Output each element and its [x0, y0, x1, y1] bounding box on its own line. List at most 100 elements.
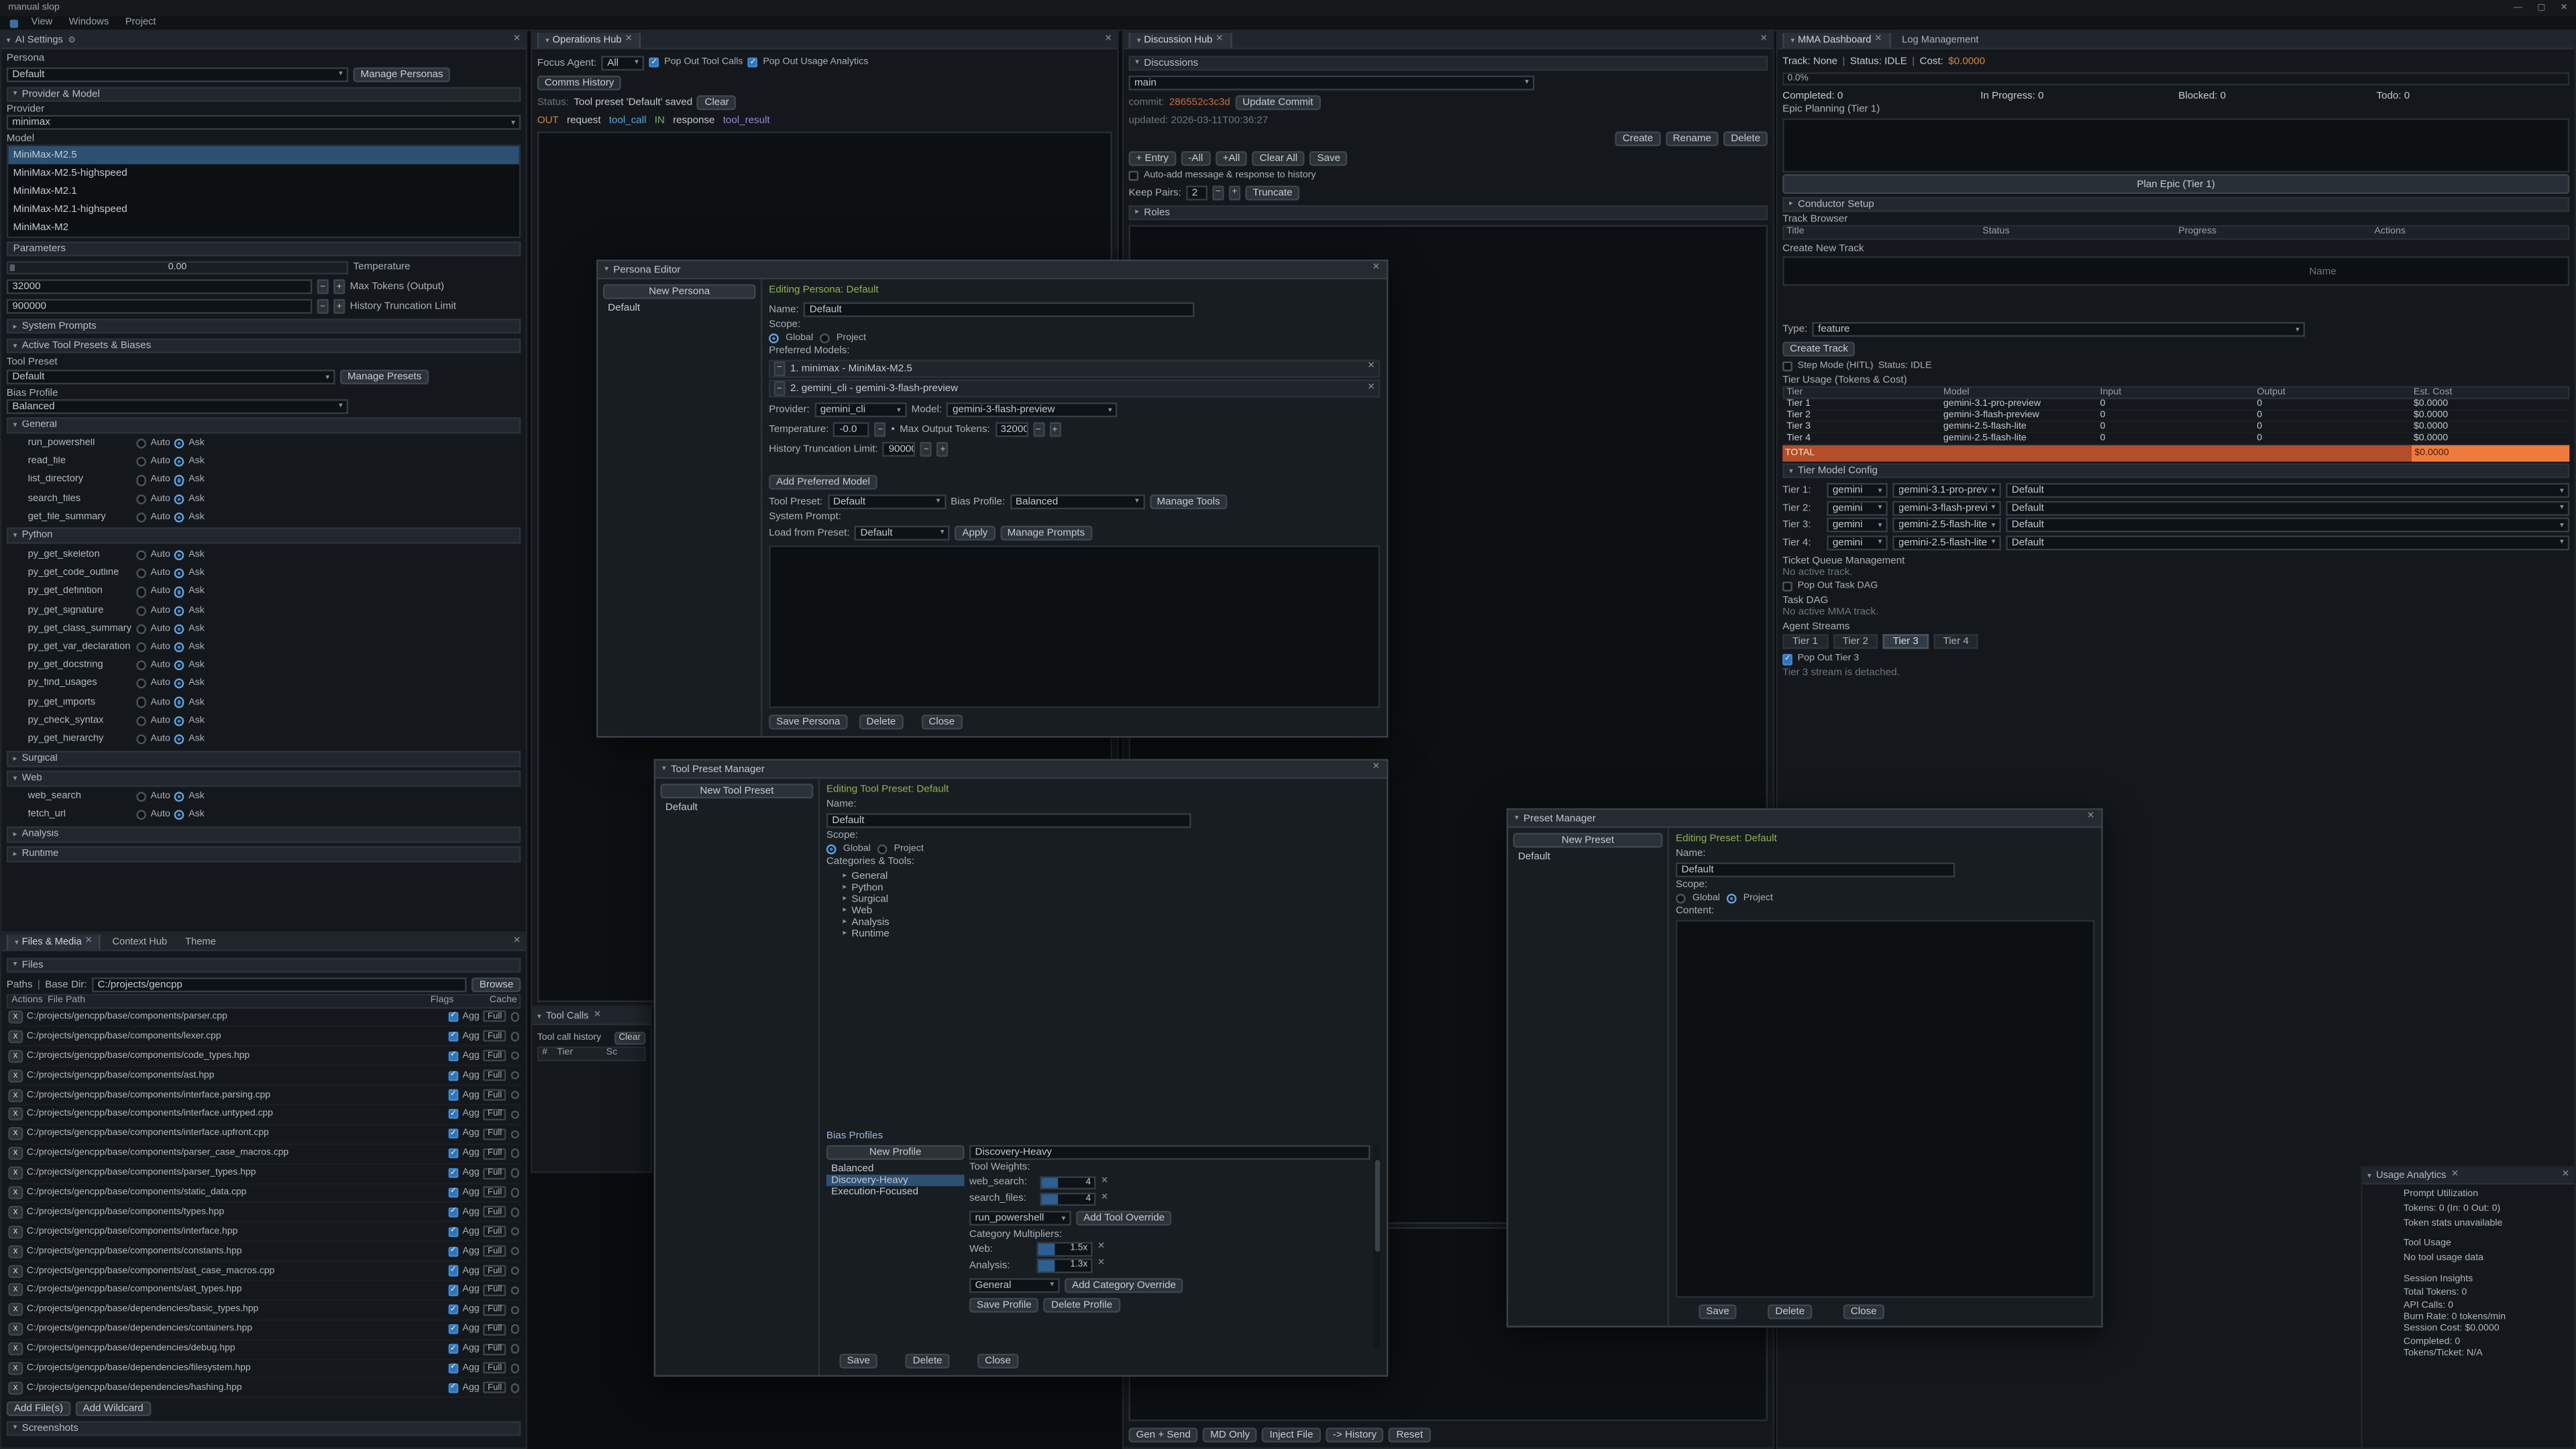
group-caret-icon[interactable]: ▸: [13, 753, 17, 763]
ask-radio[interactable]: [174, 697, 184, 707]
agg-checkbox[interactable]: [448, 1168, 458, 1178]
full-flag-button[interactable]: Full: [484, 1109, 506, 1120]
focus-agent-select[interactable]: All ▾: [602, 55, 645, 70]
tier-provider-select[interactable]: gemini ▾: [1827, 500, 1888, 515]
manage-prompts-button[interactable]: Manage Prompts: [1000, 525, 1092, 540]
remove-file-button[interactable]: x: [8, 1186, 23, 1199]
gear-icon[interactable]: ⚙: [68, 36, 76, 46]
increment-button[interactable]: +: [333, 299, 345, 314]
tab-close-icon[interactable]: ✕: [85, 938, 93, 947]
global-radio[interactable]: [826, 844, 837, 854]
remove-file-button[interactable]: x: [8, 1284, 23, 1297]
keep-pairs-input[interactable]: 2: [1186, 185, 1208, 200]
agg-checkbox[interactable]: [448, 1129, 458, 1139]
discussion-action-button[interactable]: Gen + Send: [1128, 1427, 1197, 1442]
update-commit-button[interactable]: Update Commit: [1235, 95, 1320, 109]
cache-indicator[interactable]: [510, 1267, 519, 1275]
tool-row[interactable]: py_get_imports Auto Ask: [7, 693, 521, 711]
tool-row[interactable]: py_get_hierarchy Auto Ask: [7, 730, 521, 748]
ask-radio[interactable]: [174, 512, 184, 522]
stream-tab[interactable]: Tier 2: [1833, 635, 1878, 649]
cache-indicator[interactable]: [510, 1071, 519, 1079]
auto-radio[interactable]: [136, 587, 146, 597]
decrement-button[interactable]: −: [317, 299, 329, 314]
close-dialog-button[interactable]: Close: [977, 1353, 1018, 1368]
auto-radio[interactable]: [136, 697, 146, 707]
cache-indicator[interactable]: [510, 1208, 519, 1216]
full-flag-button[interactable]: Full: [484, 1050, 506, 1061]
persona-list-item[interactable]: Default: [603, 303, 756, 314]
ask-radio[interactable]: [174, 734, 184, 744]
increment-button[interactable]: +: [937, 442, 949, 457]
agg-checkbox[interactable]: [448, 1344, 458, 1354]
ask-radio[interactable]: [174, 550, 184, 560]
cache-indicator[interactable]: [510, 1012, 519, 1021]
close-icon[interactable]: ✕: [2087, 814, 2094, 823]
full-flag-button[interactable]: Full: [484, 1265, 506, 1277]
cache-indicator[interactable]: [510, 1051, 519, 1060]
auto-radio[interactable]: [136, 512, 146, 522]
auto-add-checkbox[interactable]: [1128, 170, 1138, 180]
add-preferred-model-button[interactable]: Add Preferred Model: [769, 474, 877, 489]
new-preset-button[interactable]: New Preset: [1513, 833, 1663, 848]
window-close-icon[interactable]: ✕: [2561, 3, 2568, 13]
auto-radio[interactable]: [136, 661, 146, 671]
plan-epic-button[interactable]: Plan Epic (Tier 1): [1782, 174, 2569, 194]
remove-model-icon[interactable]: ✕: [1367, 364, 1375, 373]
discussion-action-button[interactable]: MD Only: [1203, 1427, 1257, 1442]
tool-row[interactable]: py_get_definition Auto Ask: [7, 583, 521, 601]
ask-radio[interactable]: [174, 679, 184, 689]
tool-row[interactable]: ▸ Runtime Auto Ask: [7, 846, 521, 862]
category-row[interactable]: ▸ Runtime: [826, 928, 1380, 939]
full-flag-button[interactable]: Full: [484, 1011, 506, 1022]
ask-radio[interactable]: [174, 439, 184, 449]
remove-file-button[interactable]: x: [8, 1049, 23, 1063]
remove-file-button[interactable]: x: [8, 1342, 23, 1356]
caret-icon[interactable]: ▾: [537, 1011, 541, 1021]
decrement-button[interactable]: −: [920, 442, 932, 457]
full-flag-button[interactable]: Full: [484, 1226, 506, 1238]
collapse-caret-icon[interactable]: ▾: [7, 36, 11, 46]
increment-button[interactable]: +: [1229, 185, 1240, 200]
temperature-input[interactable]: -0.0: [834, 423, 870, 437]
tier-preset-select[interactable]: Default ▾: [2006, 518, 2569, 533]
cache-indicator[interactable]: [510, 1169, 519, 1177]
full-flag-button[interactable]: Full: [484, 1148, 506, 1159]
agg-checkbox[interactable]: [448, 1383, 458, 1393]
cache-indicator[interactable]: [510, 1325, 519, 1334]
tier-preset-select[interactable]: Default ▾: [2006, 483, 2569, 498]
entry-button[interactable]: +All: [1216, 150, 1248, 165]
auto-radio[interactable]: [136, 605, 146, 615]
agg-checkbox[interactable]: [448, 1031, 458, 1041]
tool-row[interactable]: ▸ Analysis Auto Ask: [7, 826, 521, 843]
tier-provider-select[interactable]: gemini ▾: [1827, 518, 1888, 533]
remove-file-button[interactable]: x: [8, 1147, 23, 1161]
tab-close-icon[interactable]: ✕: [2451, 1171, 2459, 1180]
remove-file-button[interactable]: x: [8, 1030, 23, 1043]
entry-button[interactable]: -All: [1181, 150, 1210, 165]
discussion-action-button[interactable]: Inject File: [1263, 1427, 1321, 1442]
remove-file-button[interactable]: x: [8, 1205, 23, 1219]
apply-button[interactable]: Apply: [955, 525, 995, 540]
profile-name-input[interactable]: Discovery-Heavy: [969, 1144, 1371, 1159]
tab-operations-hub[interactable]: ▾ Operations Hub ✕: [537, 33, 641, 48]
tab-theme[interactable]: Theme: [178, 934, 222, 949]
add-category-override-button[interactable]: Add Category Override: [1065, 1277, 1183, 1292]
remove-multiplier-icon[interactable]: ✕: [1097, 1260, 1105, 1270]
tool-preset-select[interactable]: Default ▾: [827, 494, 945, 508]
category-row[interactable]: ▸ Web: [826, 905, 1380, 916]
multiplier-slider[interactable]: 1.5x: [1036, 1242, 1092, 1256]
cache-indicator[interactable]: [510, 1364, 519, 1373]
stream-tab[interactable]: Tier 3: [1883, 635, 1929, 649]
persona-select[interactable]: Default ▾: [7, 66, 348, 81]
add-files-button[interactable]: Add File(s): [7, 1401, 70, 1416]
track-name-input[interactable]: Name: [1782, 256, 2569, 285]
tier-provider-select[interactable]: gemini ▾: [1827, 483, 1888, 498]
delete-discussion-button[interactable]: Delete: [1723, 131, 1768, 146]
pop-out-tool-calls-checkbox[interactable]: [649, 57, 659, 67]
track-type-select[interactable]: feature ▾: [1813, 322, 2306, 337]
agg-checkbox[interactable]: [448, 1110, 458, 1120]
tier-model-select[interactable]: gemini-2.5-flash-lite ▾: [1892, 535, 2001, 550]
pop-out-usage-checkbox[interactable]: [748, 57, 758, 67]
manage-presets-button[interactable]: Manage Presets: [340, 370, 429, 384]
